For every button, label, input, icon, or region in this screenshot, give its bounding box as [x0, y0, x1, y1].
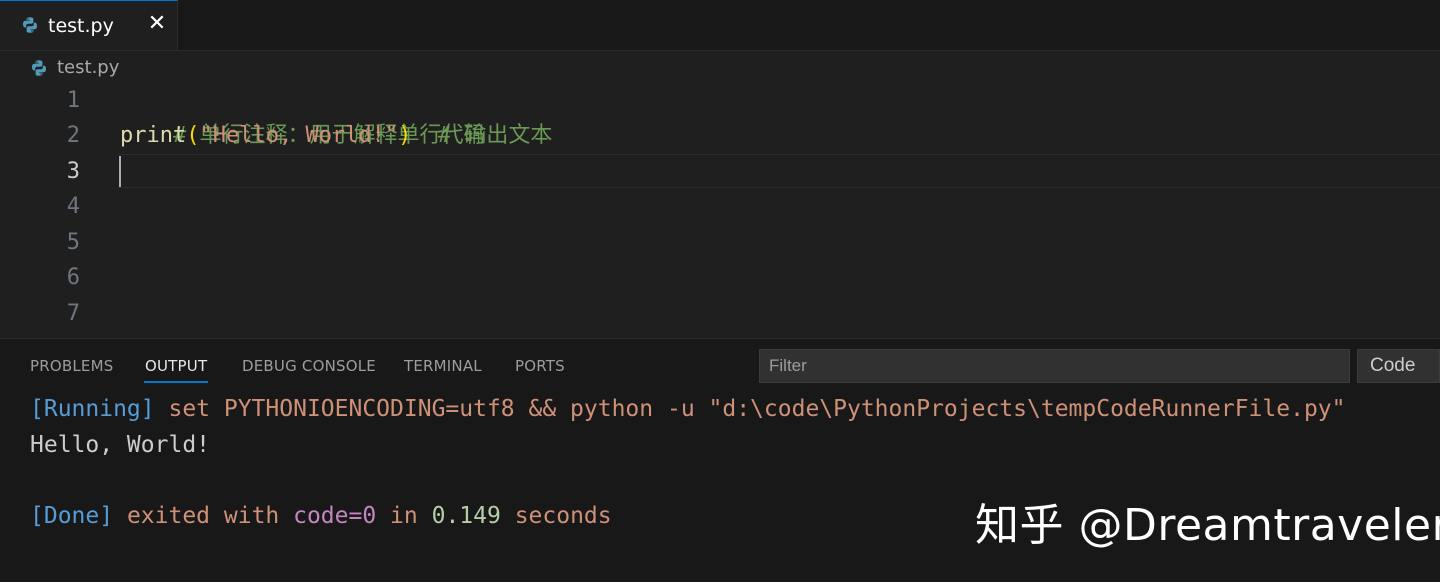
done-exited: exited with: [113, 503, 294, 529]
line-number-active: 3: [66, 159, 80, 184]
running-command: set PYTHONIOENCODING=utf8 && python -u "…: [154, 396, 1346, 422]
breadcrumb-file[interactable]: test.py: [57, 57, 119, 78]
tab-label: test.py: [48, 15, 114, 37]
breadcrumb: test.py: [0, 51, 1440, 85]
tab-terminal[interactable]: TERMINAL: [404, 357, 482, 375]
tab-output[interactable]: OUTPUT: [145, 357, 207, 375]
tab-problems[interactable]: PROBLEMS: [30, 357, 113, 375]
output-line-done: [Done] exited with code=0 in 0.149 secon…: [30, 498, 612, 534]
filter-input[interactable]: [760, 350, 1349, 382]
filter-input-box[interactable]: [759, 349, 1350, 383]
bottom-panel: PROBLEMS OUTPUT DEBUG CONSOLE TERMINAL P…: [0, 338, 1440, 582]
watermark: 知乎 @Dreamtraveler: [975, 500, 1440, 551]
done-in: in: [376, 503, 432, 529]
code-line-2[interactable]: print("Hello, World!") # 输出文本: [120, 118, 552, 153]
output-line-running: [Running] set PYTHONIOENCODING=utf8 && p…: [30, 391, 1345, 427]
line-number: 6: [66, 265, 80, 290]
comment-token: # 输出文本: [437, 123, 553, 148]
line-number: 7: [66, 301, 80, 326]
code-line-1[interactable]: # 单行注释：用于解释单行代码: [120, 83, 486, 148]
line-number: 5: [66, 230, 80, 255]
done-tag: [Done]: [30, 503, 114, 529]
paren-token: ): [398, 123, 412, 148]
line-number: 2: [66, 123, 80, 148]
done-time: 0.149: [431, 503, 501, 529]
output-channel-select[interactable]: Code: [1357, 349, 1440, 383]
done-exit-code: code=0: [293, 503, 377, 529]
current-line-highlight: [118, 154, 1440, 188]
text-cursor: [119, 156, 121, 187]
running-tag: [Running]: [30, 396, 155, 422]
python-file-icon: [30, 59, 48, 81]
close-icon[interactable]: ✕: [146, 12, 168, 36]
paren-token: (: [186, 123, 200, 148]
output-line-program: Hello, World!: [30, 432, 211, 458]
tab-debug-console[interactable]: DEBUG CONSOLE: [242, 357, 376, 375]
line-number: 1: [66, 88, 80, 113]
tab-ports[interactable]: PORTS: [515, 357, 565, 375]
function-token: print: [120, 123, 187, 148]
python-file-icon: [21, 16, 39, 38]
tab-test-py[interactable]: test.py ✕: [0, 0, 178, 50]
string-token: "Hello, World!": [199, 123, 399, 148]
active-tab-indicator: [144, 381, 208, 383]
done-seconds: seconds: [500, 503, 612, 529]
line-number: 4: [66, 194, 80, 219]
editor-tab-bar: test.py ✕: [0, 0, 1440, 51]
